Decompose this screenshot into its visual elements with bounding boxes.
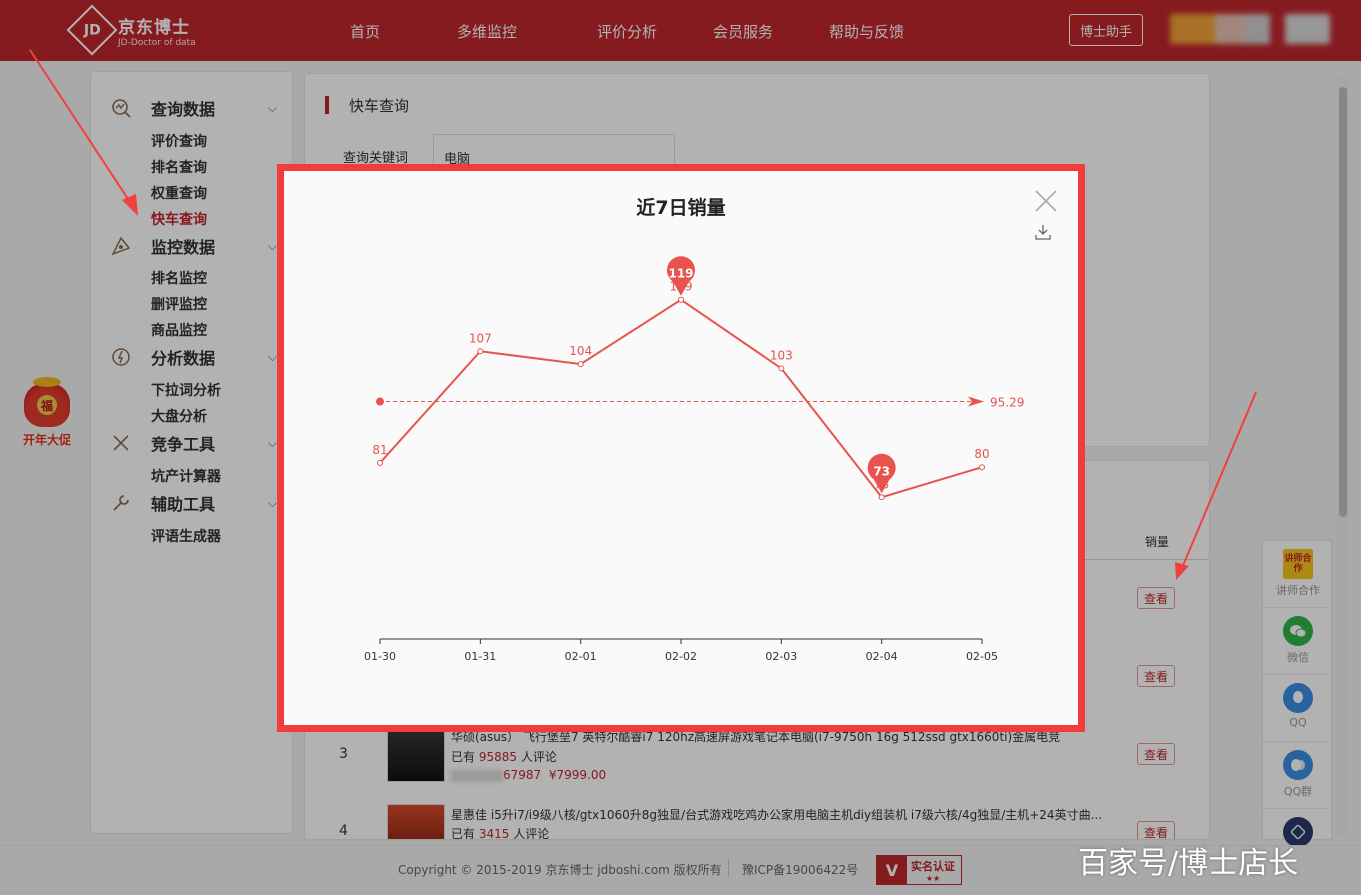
annotation-arrow-left <box>29 49 138 216</box>
watermark-text: 百家号/博士店长 <box>1078 846 1299 881</box>
annotation-arrow-right <box>1175 391 1257 580</box>
annotation-arrows <box>29 49 1257 580</box>
